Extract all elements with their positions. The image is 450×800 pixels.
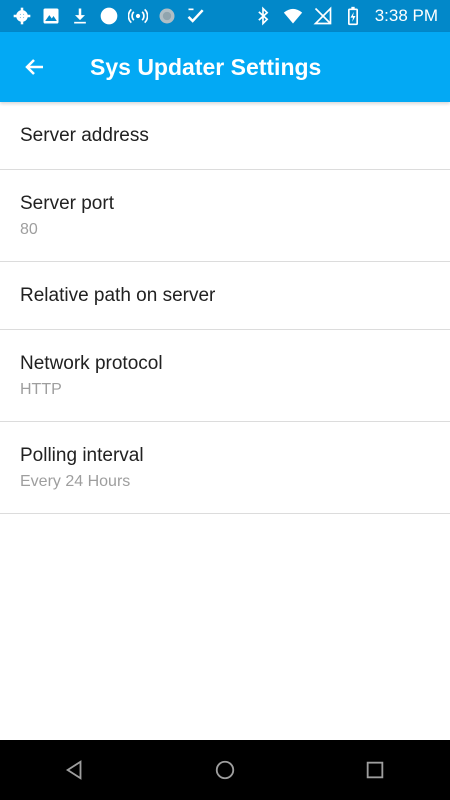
- system-icons: 3:38 PM: [253, 6, 450, 26]
- checklist-icon: [186, 6, 206, 26]
- setting-title: Network protocol: [20, 352, 163, 374]
- setting-title: Server address: [20, 124, 149, 146]
- setting-network-protocol[interactable]: Network protocol HTTP: [0, 330, 450, 422]
- page-title: Sys Updater Settings: [90, 53, 322, 80]
- notification-icons: [0, 6, 206, 26]
- settings-icon: [12, 6, 32, 26]
- setting-server-address[interactable]: Server address: [0, 102, 450, 170]
- bluetooth-icon: [253, 6, 273, 26]
- nav-back-button[interactable]: [45, 740, 105, 800]
- setting-title: Polling interval: [20, 444, 144, 466]
- circle-icon: [99, 6, 119, 26]
- clock: 3:38 PM: [374, 6, 438, 25]
- nav-home-button[interactable]: [195, 740, 255, 800]
- settings-list: Server address Server port 80 Relative p…: [0, 102, 450, 514]
- setting-relative-path[interactable]: Relative path on server: [0, 262, 450, 330]
- back-triangle-icon: [65, 760, 82, 780]
- setting-polling-interval[interactable]: Polling interval Every 24 Hours: [0, 422, 450, 514]
- image-icon: [41, 6, 61, 26]
- wifi-icon: [283, 6, 303, 26]
- setting-summary: HTTP: [20, 380, 62, 398]
- setting-title: Relative path on server: [20, 284, 216, 306]
- setting-summary: Every 24 Hours: [20, 472, 131, 490]
- nav-recents-button[interactable]: [345, 740, 405, 800]
- navigation-bar: [0, 740, 450, 800]
- back-button[interactable]: [0, 32, 70, 102]
- status-bar: 3:38 PM: [0, 0, 450, 32]
- download-icon: [70, 6, 90, 26]
- signal-off-icon: [313, 6, 333, 26]
- home-circle-icon: [215, 760, 235, 780]
- broadcast-icon: [128, 6, 148, 26]
- sync-icon: [157, 6, 177, 26]
- arrow-back-icon: [25, 59, 43, 75]
- setting-title: Server port: [20, 192, 114, 214]
- app-bar: Sys Updater Settings: [0, 32, 450, 102]
- setting-server-port[interactable]: Server port 80: [0, 170, 450, 262]
- setting-summary: 80: [20, 220, 38, 238]
- battery-charging-icon: [343, 6, 363, 26]
- recents-square-icon: [366, 761, 384, 779]
